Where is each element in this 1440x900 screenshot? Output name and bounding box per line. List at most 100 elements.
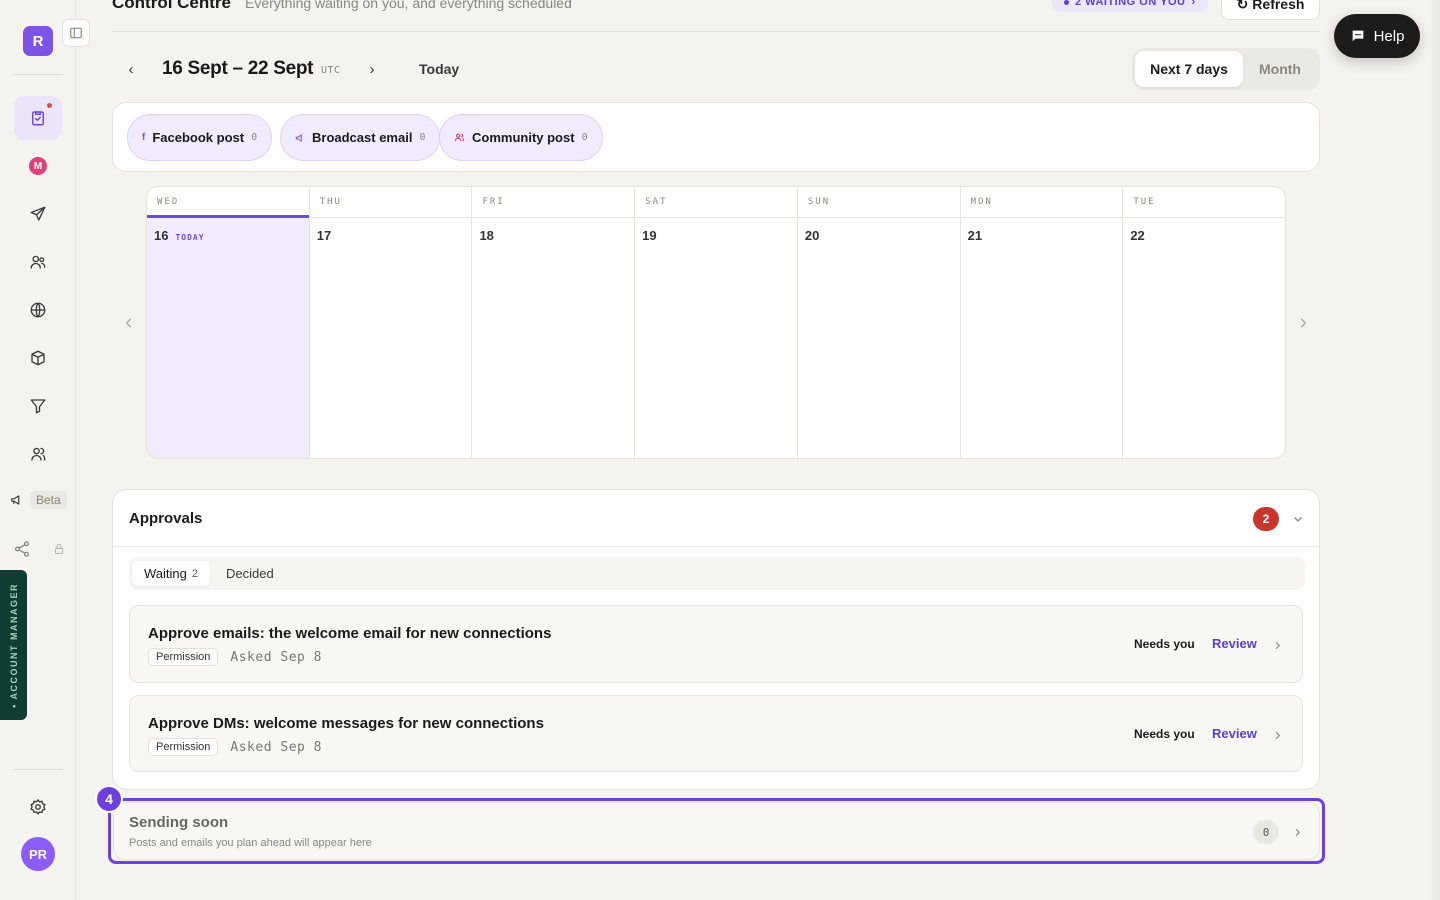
gmail-icon: M (29, 157, 47, 175)
chip-count: 0 (251, 132, 258, 143)
chevron-down-icon (1294, 517, 1302, 522)
approval-item[interactable]: Approve emails: the welcome email for ne… (129, 605, 1303, 683)
tab-waiting[interactable]: Waiting 2 (132, 561, 210, 586)
filter-chip-facebook-post[interactable]: f Facebook post 0 (127, 114, 273, 161)
chevron-right-icon: › (1191, 0, 1196, 8)
approvals-title: Approvals (129, 510, 203, 527)
sidebar-item-gmail[interactable]: M (14, 144, 62, 188)
chevron-right-icon (1275, 731, 1280, 739)
previous-week-button[interactable]: ‹ (120, 58, 142, 80)
page-subtitle: Everything waiting on you, and everythin… (245, 0, 572, 11)
open-approval-button[interactable] (1268, 726, 1286, 744)
day-number: 19 (642, 228, 657, 243)
calendar-day[interactable]: FRI 18 (472, 187, 636, 458)
day-of-week: THU (309, 187, 472, 218)
view-next-7-days[interactable]: Next 7 days (1135, 51, 1243, 87)
day-of-week: WED (147, 187, 309, 218)
sidebar-item-audience[interactable] (14, 240, 62, 284)
approval-item[interactable]: Approve DMs: welcome messages for new co… (129, 695, 1303, 772)
lock-icon (55, 544, 63, 554)
sidebar-item-web[interactable] (14, 288, 62, 332)
status-label: Needs you (1134, 727, 1195, 741)
share-icon (14, 541, 30, 557)
calendar-day[interactable]: MON 21 (960, 187, 1124, 458)
page-title: Control Centre (112, 0, 231, 12)
sidebar: R M Beta • ACCOUNT MANAGER PR (0, 0, 76, 900)
header-divider (112, 31, 1320, 32)
calendar-day[interactable]: TUE 22 (1123, 187, 1285, 458)
send-icon (30, 206, 46, 221)
tab-decided[interactable]: Decided (214, 561, 286, 586)
sidebar-item-funnels[interactable] (14, 384, 62, 428)
open-approval-button[interactable] (1268, 636, 1286, 654)
refresh-icon: ↻ (1236, 0, 1249, 12)
chat-bubble-icon (1352, 30, 1363, 42)
tab-label: Decided (226, 566, 274, 581)
day-of-week: FRI (472, 187, 635, 218)
sidebar-item-settings[interactable] (14, 785, 62, 829)
status-label: Needs you (1134, 637, 1195, 651)
clipboard-check-icon (32, 111, 44, 126)
next-week-button[interactable]: › (361, 58, 383, 80)
approvals-divider (113, 546, 1319, 547)
calendar-prev-button[interactable] (117, 311, 141, 335)
chip-count: 0 (419, 132, 426, 143)
view-month[interactable]: Month (1243, 51, 1317, 87)
sending-soon-expand-button[interactable] (1288, 823, 1306, 841)
day-number: 18 (479, 228, 494, 243)
sidebar-collapse-button[interactable] (62, 19, 90, 47)
people-icon (31, 447, 46, 461)
gear-icon (30, 798, 46, 815)
calendar-next-button[interactable] (1291, 311, 1315, 335)
refresh-button[interactable]: ↻ Refresh (1221, 0, 1320, 20)
week-calendar: WED 16 TODAY THU 17 FRI 18 SAT 19 SUN 20 … (146, 186, 1286, 459)
app-logo[interactable]: R (23, 26, 53, 56)
chevron-right-icon (1300, 318, 1307, 328)
page-edge (1428, 0, 1440, 900)
sending-soon-panel[interactable]: Sending soon Posts and emails you plan a… (113, 802, 1320, 860)
megaphone-icon (11, 495, 20, 505)
filter-chip-broadcast-email[interactable]: Broadcast email 0 (280, 114, 441, 161)
onboarding-step-badge[interactable]: 4 (95, 785, 123, 813)
sidebar-item-control-centre[interactable] (14, 96, 62, 140)
day-of-week: TUE (1123, 187, 1285, 218)
approvals-collapse-button[interactable] (1289, 510, 1307, 528)
day-number: 21 (967, 228, 983, 243)
review-link[interactable]: Review (1212, 726, 1257, 741)
day-number: 16 (154, 228, 169, 243)
content-type-filters: f Facebook post 0 Broadcast email 0 Comm… (112, 102, 1320, 172)
day-of-week: SUN (797, 187, 960, 218)
calendar-day[interactable]: WED 16 TODAY (147, 187, 310, 458)
facebook-icon: f (142, 132, 146, 143)
sidebar-item-team[interactable] (14, 432, 62, 476)
filter-chip-community-post[interactable]: Community post 0 (439, 114, 603, 161)
avatar[interactable]: PR (21, 837, 55, 871)
chevron-left-icon: ‹ (128, 60, 134, 78)
sidebar-item-share-locked[interactable] (13, 540, 65, 558)
timezone-label: UTC (321, 65, 341, 76)
calendar-day[interactable]: THU 17 (309, 187, 473, 458)
sidebar-divider (13, 74, 63, 75)
sidebar-item-send[interactable] (14, 192, 62, 236)
review-link[interactable]: Review (1212, 636, 1257, 651)
refresh-label: Refresh (1252, 0, 1305, 12)
calendar-day[interactable]: SUN 20 (797, 187, 961, 458)
approvals-tabs: Waiting 2 Decided (129, 557, 1305, 590)
waiting-on-you-pill[interactable]: 2 WAITING ON YOU › (1052, 0, 1208, 12)
day-number: 20 (804, 228, 820, 243)
sidebar-item-products[interactable] (14, 336, 62, 380)
account-manager-tab[interactable]: • ACCOUNT MANAGER (0, 570, 27, 720)
help-button[interactable]: Help (1334, 14, 1420, 58)
today-button[interactable]: Today (419, 61, 459, 77)
chevron-right-icon: › (369, 60, 375, 78)
chip-label: Facebook post (152, 130, 245, 145)
waiting-label: 2 WAITING ON YOU (1075, 0, 1186, 8)
account-manager-label: • ACCOUNT MANAGER (8, 582, 19, 708)
sending-soon-title: Sending soon (129, 814, 229, 831)
status-dot (1064, 0, 1069, 5)
day-of-week: SAT (635, 187, 797, 218)
help-label: Help (1373, 27, 1405, 45)
sidebar-item-broadcast-beta[interactable]: Beta (10, 491, 67, 509)
calendar-day[interactable]: SAT 19 (635, 187, 798, 458)
day-of-week: MON (960, 187, 1123, 218)
